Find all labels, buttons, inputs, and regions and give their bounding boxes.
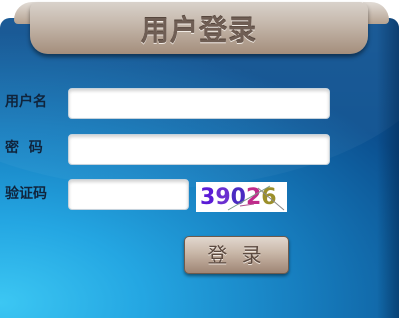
- password-input[interactable]: [68, 134, 330, 165]
- login-button[interactable]: 登 录: [184, 236, 289, 274]
- password-label: 密 码: [5, 140, 43, 156]
- username-label: 用户名: [5, 94, 47, 110]
- captcha-label: 验证码: [5, 186, 47, 202]
- captcha-input[interactable]: [68, 179, 189, 210]
- captcha-noise-lines: [227, 185, 285, 211]
- page-title: 用户登录: [140, 14, 257, 47]
- captcha-image[interactable]: 39026: [196, 182, 287, 212]
- title-ribbon: 用户登录: [30, 2, 368, 54]
- username-input[interactable]: [68, 88, 330, 119]
